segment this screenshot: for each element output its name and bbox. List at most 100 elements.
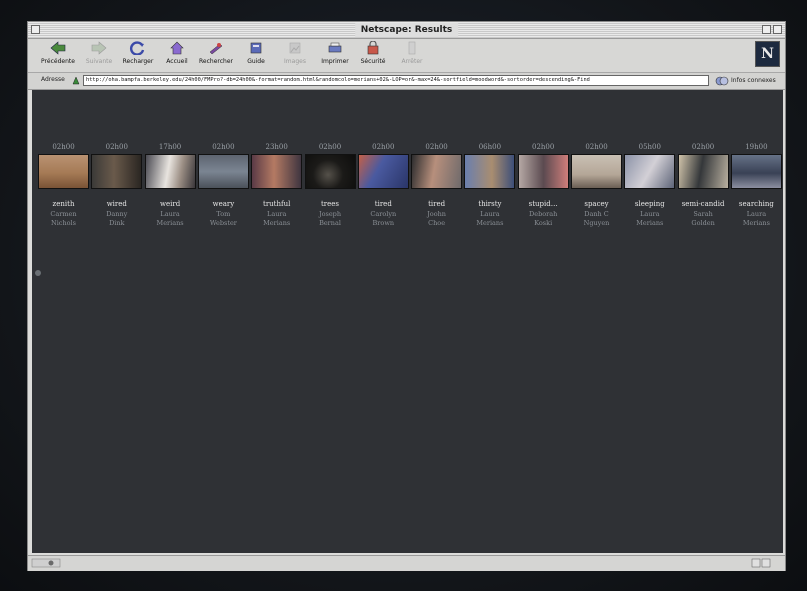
result-thumbnail[interactable]	[91, 154, 143, 189]
result-item[interactable]: 02h00 trees Joseph Bernal	[304, 143, 357, 233]
result-item[interactable]: 06h00 thirsty Laura Merians	[463, 143, 516, 233]
result-time: 02h00	[212, 143, 235, 151]
address-input[interactable]: http://oha.bampfa.berkeley.edu/24h00/FMP…	[83, 75, 709, 86]
result-last-name: Merians	[636, 218, 664, 227]
guide-button[interactable]: Guide	[234, 41, 278, 71]
result-last-name: Merians	[263, 218, 291, 227]
result-item[interactable]: 02h00 zenith Carmen Nichols	[37, 143, 90, 233]
result-first-name: Laura	[640, 210, 660, 218]
result-time: 23h00	[265, 143, 288, 151]
security-status-icon[interactable]	[31, 558, 61, 568]
result-time: 02h00	[532, 143, 555, 151]
result-mood-word[interactable]: weird	[144, 200, 197, 209]
result-item[interactable]: 17h00 weird Laura Merians	[144, 143, 197, 233]
browser-window: Netscape: Results Précédente Suivante Re…	[27, 21, 786, 571]
result-mood-word[interactable]: searching	[730, 200, 783, 209]
result-first-name: Joseph	[318, 210, 342, 218]
result-first-name: Carmen	[50, 210, 77, 218]
result-mood-word[interactable]: semi-candid	[677, 200, 730, 209]
related-links-button[interactable]: Infos connexes	[713, 75, 783, 87]
result-thumbnail[interactable]	[251, 154, 303, 189]
result-mood-word[interactable]: sleeping	[623, 200, 676, 209]
result-mood-word[interactable]: tired	[410, 200, 463, 209]
back-icon	[50, 41, 66, 55]
back-label: Précédente	[41, 58, 75, 65]
result-item[interactable]: 02h00 wired Danny Dink	[90, 143, 143, 233]
title-bar[interactable]: Netscape: Results	[28, 22, 785, 39]
result-time: 19h00	[745, 143, 768, 151]
status-bar	[28, 555, 785, 571]
result-item[interactable]: 02h00 tired Joohn Choe	[410, 143, 463, 233]
result-thumbnail[interactable]	[197, 154, 249, 189]
result-thumbnail[interactable]	[571, 154, 622, 189]
result-last-name: Choe	[428, 218, 446, 227]
result-item[interactable]: 02h00 spacey Danh C Nguyen	[570, 143, 623, 233]
reload-button[interactable]: Recharger	[116, 41, 160, 71]
result-item[interactable]: 02h00 semi-candid Sarah Golden	[677, 143, 730, 233]
address-label: Adresse	[41, 76, 65, 83]
result-mood-word[interactable]: trees	[304, 200, 357, 209]
result-thumbnail[interactable]	[144, 154, 196, 189]
result-thumbnail[interactable]	[304, 154, 356, 189]
result-mood-word[interactable]: spacey	[570, 200, 623, 209]
result-mood-word[interactable]: stupid…	[517, 200, 570, 209]
result-thumbnail[interactable]	[517, 154, 569, 189]
result-last-name: Merians	[742, 218, 770, 227]
navigation-toolbar: Précédente Suivante Recharger Accueil Re…	[28, 39, 785, 73]
result-thumbnail[interactable]	[357, 154, 409, 189]
images-label: Images	[284, 58, 306, 65]
result-item[interactable]: 23h00 truthful Laura Merians	[250, 143, 303, 233]
stop-icon	[408, 41, 416, 55]
stop-button[interactable]: Arrêter	[390, 41, 434, 71]
result-item[interactable]: 05h00 sleeping Laura Merians	[623, 143, 676, 233]
result-thumbnail[interactable]	[730, 154, 782, 189]
result-mood-word[interactable]: truthful	[250, 200, 303, 209]
reload-label: Recharger	[122, 58, 154, 65]
result-item[interactable]: 19h00 searching Laura Merians	[730, 143, 783, 233]
result-mood-word[interactable]: thirsty	[463, 200, 516, 209]
result-item[interactable]: 02h00 stupid… Deborah Koski	[517, 143, 570, 233]
guide-label: Guide	[247, 58, 265, 65]
zoom-box[interactable]	[762, 25, 771, 34]
result-last-name: Nichols	[51, 218, 76, 227]
search-button[interactable]: Rechercher	[194, 41, 238, 71]
result-last-name: Merians	[156, 218, 184, 227]
collapse-box[interactable]	[773, 25, 782, 34]
back-button[interactable]: Précédente	[36, 41, 80, 71]
result-mood-word[interactable]: tired	[357, 200, 410, 209]
search-icon	[209, 43, 223, 55]
reload-icon	[130, 41, 145, 55]
result-first-name: Danh C	[584, 210, 609, 218]
print-icon	[328, 42, 342, 53]
result-thumbnail[interactable]	[464, 154, 516, 189]
result-item[interactable]: 02h00 tired Carolyn Brown	[357, 143, 410, 233]
images-button[interactable]: Images	[273, 41, 317, 71]
forward-button[interactable]: Suivante	[77, 41, 121, 71]
result-first-name: Joohn	[427, 210, 446, 218]
netscape-logo[interactable]: N	[755, 41, 780, 67]
result-time: 02h00	[585, 143, 608, 151]
home-icon	[170, 41, 184, 55]
result-last-name: Brown	[372, 218, 395, 227]
result-thumbnail[interactable]	[677, 154, 729, 189]
images-icon	[289, 42, 301, 54]
security-icon	[367, 41, 379, 55]
result-time: 02h00	[372, 143, 395, 151]
security-button[interactable]: Sécurité	[351, 41, 395, 71]
result-mood-word[interactable]: wired	[90, 200, 143, 209]
result-mood-word[interactable]: weary	[197, 200, 250, 209]
component-bar-icon[interactable]	[751, 558, 771, 568]
result-thumbnail[interactable]	[411, 154, 463, 189]
result-last-name: Golden	[691, 218, 715, 227]
home-button[interactable]: Accueil	[155, 41, 199, 71]
result-thumbnail[interactable]	[38, 154, 89, 189]
result-item[interactable]: 02h00 weary Tom Webster	[197, 143, 250, 233]
guide-icon	[250, 42, 262, 54]
result-thumbnail[interactable]	[624, 154, 676, 189]
page-proxy-icon[interactable]	[71, 75, 81, 86]
close-box[interactable]	[31, 25, 40, 34]
forward-label: Suivante	[85, 58, 113, 65]
result-mood-word[interactable]: zenith	[37, 200, 90, 209]
result-last-name: Webster	[209, 218, 237, 227]
result-time: 06h00	[478, 143, 502, 151]
